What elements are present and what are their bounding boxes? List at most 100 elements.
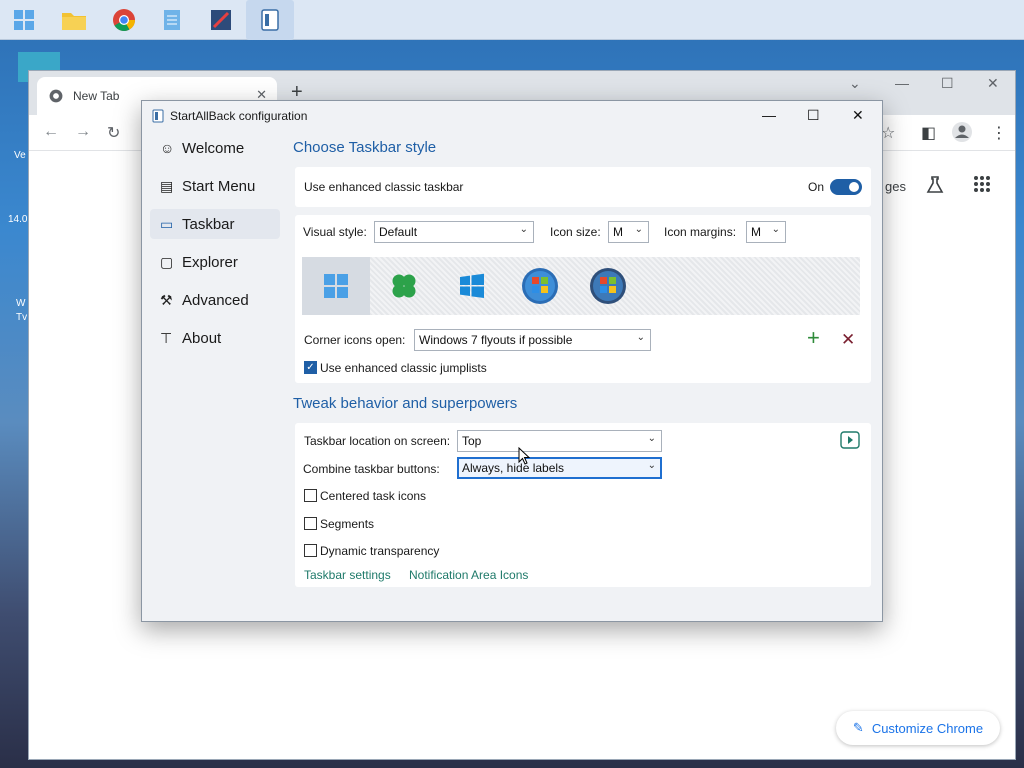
smile-icon: ☺ bbox=[160, 140, 175, 156]
apps-grid-icon[interactable] bbox=[973, 175, 991, 196]
chrome-tab-icon bbox=[49, 89, 63, 103]
toggle-state-label: On bbox=[808, 180, 825, 194]
dialog-maximize-icon[interactable]: ☐ bbox=[807, 107, 820, 124]
play-preview-icon[interactable] bbox=[840, 431, 860, 452]
file-explorer-icon[interactable] bbox=[50, 0, 98, 40]
corner-icons-label: Corner icons open: bbox=[304, 333, 406, 347]
add-icon[interactable]: + bbox=[807, 327, 820, 349]
sidebar-item-label: Advanced bbox=[182, 291, 249, 309]
enhanced-taskbar-toggle[interactable] bbox=[830, 179, 862, 195]
customize-chrome-button[interactable]: ✎ Customize Chrome bbox=[836, 711, 1000, 745]
style-option-vista[interactable] bbox=[574, 257, 642, 315]
notification-area-icons-link[interactable]: Notification Area Icons bbox=[409, 568, 528, 582]
win11-style-icon bbox=[324, 274, 348, 298]
reload-icon[interactable]: ↻ bbox=[107, 123, 120, 143]
startallback-title-icon bbox=[152, 109, 164, 123]
dialog-sidebar: ☺ Welcome ▤ Start Menu ▭ Taskbar ▢ Explorer … bbox=[150, 133, 280, 361]
enhanced-taskbar-label: Use enhanced classic taskbar bbox=[304, 180, 464, 194]
sidebar-item-label: Explorer bbox=[182, 253, 238, 271]
sidebar-item-welcome[interactable]: ☺ Welcome bbox=[150, 133, 280, 163]
centered-icons-checkbox[interactable] bbox=[304, 489, 317, 502]
taskbar bbox=[0, 0, 1024, 40]
clover-style-icon bbox=[392, 274, 416, 298]
taskbar-style-strip bbox=[302, 257, 860, 315]
icon-margins-select[interactable]: M ⌄ bbox=[746, 221, 786, 243]
combine-label: Combine taskbar buttons: bbox=[303, 462, 440, 476]
folder-icon: ▢ bbox=[160, 253, 174, 270]
minimize-icon[interactable]: — bbox=[895, 75, 909, 91]
chevron-down-icon: ⌄ bbox=[647, 460, 656, 471]
icon-size-value: M bbox=[613, 225, 623, 239]
dialog-title: StartAllBack configuration bbox=[170, 109, 308, 123]
visual-style-select[interactable]: Default ⌄ bbox=[374, 221, 534, 243]
app-icon[interactable] bbox=[197, 0, 245, 40]
jumplists-label: Use enhanced classic jumplists bbox=[320, 361, 487, 375]
labs-flask-icon[interactable] bbox=[925, 175, 945, 198]
sidebar-item-label: Taskbar bbox=[182, 215, 235, 233]
customize-chrome-label: Customize Chrome bbox=[871, 720, 984, 736]
dynamic-transparency-checkbox[interactable] bbox=[304, 544, 317, 557]
sidebar-item-label: Start Menu bbox=[182, 177, 256, 195]
dialog-minimize-icon[interactable]: — bbox=[762, 107, 776, 123]
vista-style-icon bbox=[590, 268, 626, 304]
icon-size-select[interactable]: M ⌄ bbox=[608, 221, 649, 243]
startallback-icon[interactable] bbox=[246, 0, 294, 40]
taskbar-icon: ▭ bbox=[160, 215, 174, 232]
windows-start-icon[interactable] bbox=[0, 0, 48, 40]
location-value: Top bbox=[462, 434, 482, 448]
sidebar-item-taskbar[interactable]: ▭ Taskbar bbox=[150, 209, 280, 239]
location-select[interactable]: Top ⌄ bbox=[457, 430, 662, 452]
visual-style-label: Visual style: bbox=[303, 225, 367, 239]
corner-icons-select[interactable]: Windows 7 flyouts if possible ⌄ bbox=[414, 329, 651, 351]
segments-checkbox[interactable] bbox=[304, 517, 317, 530]
combine-select[interactable]: Always, hide labels ⌄ bbox=[457, 457, 662, 479]
desktop-label: W bbox=[16, 298, 26, 309]
back-icon[interactable]: ← bbox=[43, 123, 59, 141]
style-option-win10[interactable] bbox=[438, 257, 506, 315]
sidebar-item-label: Welcome bbox=[182, 139, 245, 157]
jumplists-checkbox[interactable]: ✓ bbox=[304, 361, 317, 374]
segments-label: Segments bbox=[320, 517, 375, 531]
win7-style-icon bbox=[522, 268, 558, 304]
centered-icons-label: Centered task icons bbox=[320, 489, 427, 503]
dialog-close-icon[interactable]: ✕ bbox=[852, 107, 864, 124]
tab-search-icon[interactable]: ⌄ bbox=[849, 75, 861, 92]
startallback-dialog: StartAllBack configuration — ☐ ✕ ☺ Welcom… bbox=[141, 100, 883, 622]
enhanced-taskbar-panel: Use enhanced classic taskbar On bbox=[295, 167, 871, 207]
icon-margins-value: M bbox=[751, 225, 761, 239]
sidebar-item-about[interactable]: ⊤ About bbox=[150, 323, 280, 353]
mouse-cursor-icon bbox=[518, 447, 530, 465]
chrome-tab-title: New Tab bbox=[73, 89, 120, 103]
forward-icon[interactable]: → bbox=[75, 123, 91, 141]
corner-icons-value: Windows 7 flyouts if possible bbox=[419, 333, 573, 347]
chevron-down-icon: ⌄ bbox=[647, 433, 656, 444]
chevron-down-icon: ⌄ bbox=[771, 224, 780, 235]
taskbar-settings-link[interactable]: Taskbar settings bbox=[304, 568, 391, 582]
sidebar-item-start-menu[interactable]: ▤ Start Menu bbox=[150, 171, 280, 201]
location-label: Taskbar location on screen: bbox=[304, 434, 451, 448]
sidebar-item-advanced[interactable]: ⚒ Advanced bbox=[150, 285, 280, 315]
desktop-label: Tv bbox=[16, 312, 28, 323]
pencil-icon: ✎ bbox=[852, 720, 864, 735]
remove-icon[interactable]: ✕ bbox=[841, 330, 855, 350]
section-title-tweak: Tweak behavior and superpowers bbox=[293, 395, 518, 412]
bookmark-star-icon[interactable]: ☆ bbox=[881, 123, 895, 143]
sidebar-item-explorer[interactable]: ▢ Explorer bbox=[150, 247, 280, 277]
sidebar-item-label: About bbox=[182, 329, 222, 347]
style-option-win7[interactable] bbox=[506, 257, 574, 315]
notepad-icon[interactable] bbox=[148, 0, 196, 40]
visual-style-value: Default bbox=[379, 225, 418, 239]
menu-icon[interactable]: ⋮ bbox=[991, 123, 1007, 143]
chrome-icon[interactable] bbox=[100, 0, 148, 40]
profile-icon[interactable] bbox=[951, 121, 973, 148]
desktop-label: Ve bbox=[14, 150, 26, 161]
maximize-icon[interactable]: ☐ bbox=[941, 75, 954, 92]
chevron-down-icon: ⌄ bbox=[636, 332, 645, 343]
style-option-clover[interactable] bbox=[370, 257, 438, 315]
close-window-icon[interactable]: ✕ bbox=[987, 75, 999, 92]
info-icon: ⊤ bbox=[160, 329, 173, 346]
win10-style-icon bbox=[460, 273, 484, 298]
combine-value: Always, hide labels bbox=[462, 461, 565, 475]
style-option-win11[interactable] bbox=[302, 257, 370, 315]
side-panel-icon[interactable]: ◧ bbox=[921, 123, 936, 143]
